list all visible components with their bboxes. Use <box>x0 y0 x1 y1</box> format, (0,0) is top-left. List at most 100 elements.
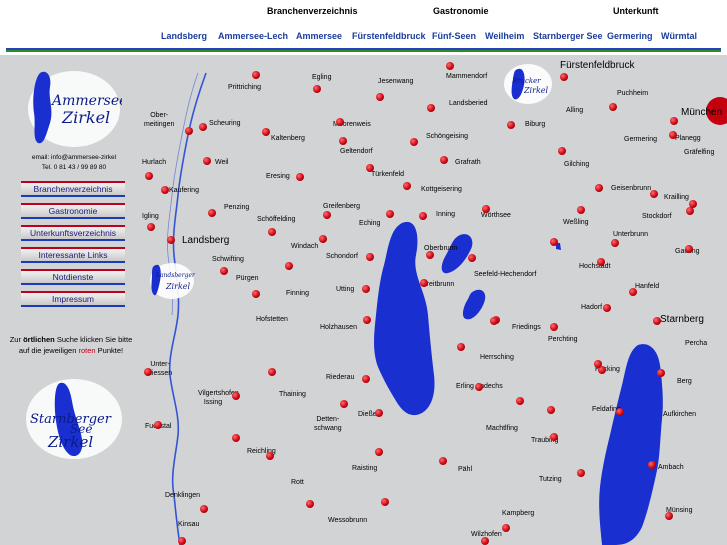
map-dot[interactable] <box>482 205 490 213</box>
place-windach[interactable]: Windach <box>291 243 318 250</box>
starnberger-see-zirkel-logo[interactable]: Starnberger See Zirkel <box>22 373 126 465</box>
map-dot[interactable] <box>403 182 411 190</box>
place-weil[interactable]: Weil <box>215 159 228 166</box>
place-puergen[interactable]: Pürgen <box>236 275 259 282</box>
place-puchheim[interactable]: Puchheim <box>617 90 648 97</box>
map-dot[interactable] <box>362 375 370 383</box>
place-friedings[interactable]: Friedings <box>512 324 541 331</box>
place-igling[interactable]: Igling <box>142 213 159 220</box>
map-dot[interactable] <box>577 206 585 214</box>
place-penzing[interactable]: Penzing <box>224 204 249 211</box>
place-hofstetten[interactable]: Hofstetten <box>256 316 288 323</box>
map-dot[interactable] <box>154 421 162 429</box>
place-ambach[interactable]: Ambach <box>658 464 684 471</box>
map-dot[interactable] <box>595 184 603 192</box>
map-dot[interactable] <box>669 131 677 139</box>
place-inning[interactable]: Inning <box>436 211 455 218</box>
place-landsberied[interactable]: Landsberied <box>449 100 488 107</box>
region-fuerstenfeldbruck[interactable]: Fürstenfeldbruck <box>352 31 426 41</box>
map-dot[interactable] <box>550 323 558 331</box>
nav-unterkunft[interactable]: Unterkunft <box>613 6 659 16</box>
map-dot[interactable] <box>611 239 619 247</box>
place-machtlfing[interactable]: Machtlfing <box>486 425 518 432</box>
map-dot[interactable] <box>366 253 374 261</box>
map-dot[interactable] <box>161 186 169 194</box>
map-dot[interactable] <box>560 73 568 81</box>
map-dot[interactable] <box>386 210 394 218</box>
place-jesenwang[interactable]: Jesenwang <box>378 78 413 85</box>
place-scheuring[interactable]: Scheuring <box>209 120 241 127</box>
map-dot[interactable] <box>439 457 447 465</box>
map-dot[interactable] <box>446 62 454 70</box>
map-dot[interactable] <box>507 121 515 129</box>
map-dot[interactable] <box>319 235 327 243</box>
place-alling[interactable]: Alling <box>566 107 583 114</box>
place-thaining[interactable]: Thaining <box>279 391 306 398</box>
place-graefelfing[interactable]: Gräfelfing <box>684 149 714 156</box>
map-dot[interactable] <box>609 103 617 111</box>
map-dot[interactable] <box>516 397 524 405</box>
map-dot[interactable] <box>550 433 558 441</box>
place-unterdiessen[interactable]: Unter-diessen <box>148 360 172 378</box>
map-dot[interactable] <box>481 537 489 545</box>
map-dot[interactable] <box>296 173 304 181</box>
place-utting[interactable]: Utting <box>336 286 354 293</box>
map-dot[interactable] <box>648 461 656 469</box>
map-dot[interactable] <box>306 500 314 508</box>
place-kinsau[interactable]: Kinsau <box>178 521 199 528</box>
place-hurlach[interactable]: Hurlach <box>142 159 166 166</box>
menu-interessante-links[interactable]: Interessante Links <box>21 247 125 263</box>
map-dot[interactable] <box>419 212 427 220</box>
map-dot[interactable] <box>200 505 208 513</box>
map-dot[interactable] <box>577 469 585 477</box>
place-egling[interactable]: Egling <box>312 74 331 81</box>
map-dot[interactable] <box>336 118 344 126</box>
place-kottgeisering[interactable]: Kottgeisering <box>421 186 462 193</box>
nav-gastronomie[interactable]: Gastronomie <box>433 6 489 16</box>
ammersee-zirkel-logo[interactable]: Ammersee Zirkel <box>22 65 127 151</box>
place-tutzing[interactable]: Tutzing <box>539 476 562 483</box>
place-unterbrunn[interactable]: Unterbrunn <box>613 231 648 238</box>
map-dot[interactable] <box>339 137 347 145</box>
place-gilching[interactable]: Gilching <box>564 161 589 168</box>
map-dot[interactable] <box>167 236 175 244</box>
map-dot[interactable] <box>323 211 331 219</box>
map-dot[interactable] <box>375 409 383 417</box>
region-wuermtal[interactable]: Würmtal <box>661 31 697 41</box>
map-dot[interactable] <box>232 434 240 442</box>
place-wessobrunn[interactable]: Wessobrunn <box>328 517 367 524</box>
map-dot[interactable] <box>381 498 389 506</box>
map-dot[interactable] <box>550 238 558 246</box>
menu-notdienste[interactable]: Notdienste <box>21 269 125 285</box>
place-hanfeld[interactable]: Hanfeld <box>635 283 659 290</box>
region-weilheim[interactable]: Weilheim <box>485 31 524 41</box>
map-dot[interactable] <box>410 138 418 146</box>
map-dot[interactable] <box>268 368 276 376</box>
map-dot[interactable] <box>427 104 435 112</box>
place-greifenberg[interactable]: Greifenberg <box>323 203 360 210</box>
place-schwifting[interactable]: Schwifting <box>212 256 244 263</box>
map-dot[interactable] <box>653 317 661 325</box>
map-dot[interactable] <box>203 157 211 165</box>
map-dot[interactable] <box>266 452 274 460</box>
map-dot[interactable] <box>603 304 611 312</box>
place-planegg[interactable]: Planegg <box>675 135 701 142</box>
place-kaltenberg[interactable]: Kaltenberg <box>271 135 305 142</box>
map-dot[interactable] <box>457 343 465 351</box>
map-dot[interactable] <box>686 207 694 215</box>
place-holzhausen[interactable]: Holzhausen <box>320 324 357 331</box>
place-aufkirchen[interactable]: Aufkirchen <box>663 411 696 418</box>
menu-branchenverzeichnis[interactable]: Branchenverzeichnis <box>21 181 125 197</box>
map-dot[interactable] <box>629 288 637 296</box>
place-hochstadt[interactable]: Hochstadt <box>579 263 611 270</box>
map-dot[interactable] <box>262 128 270 136</box>
map-dot[interactable] <box>147 223 155 231</box>
place-finning[interactable]: Finning <box>286 290 309 297</box>
place-stockdorf[interactable]: Stockdorf <box>642 213 672 220</box>
map-dot[interactable] <box>547 406 555 414</box>
region-ammersee[interactable]: Ammersee <box>296 31 342 41</box>
map-dot[interactable] <box>670 117 678 125</box>
region-landsberg[interactable]: Landsberg <box>161 31 207 41</box>
place-raisting[interactable]: Raisting <box>352 465 377 472</box>
map-dot[interactable] <box>420 279 428 287</box>
